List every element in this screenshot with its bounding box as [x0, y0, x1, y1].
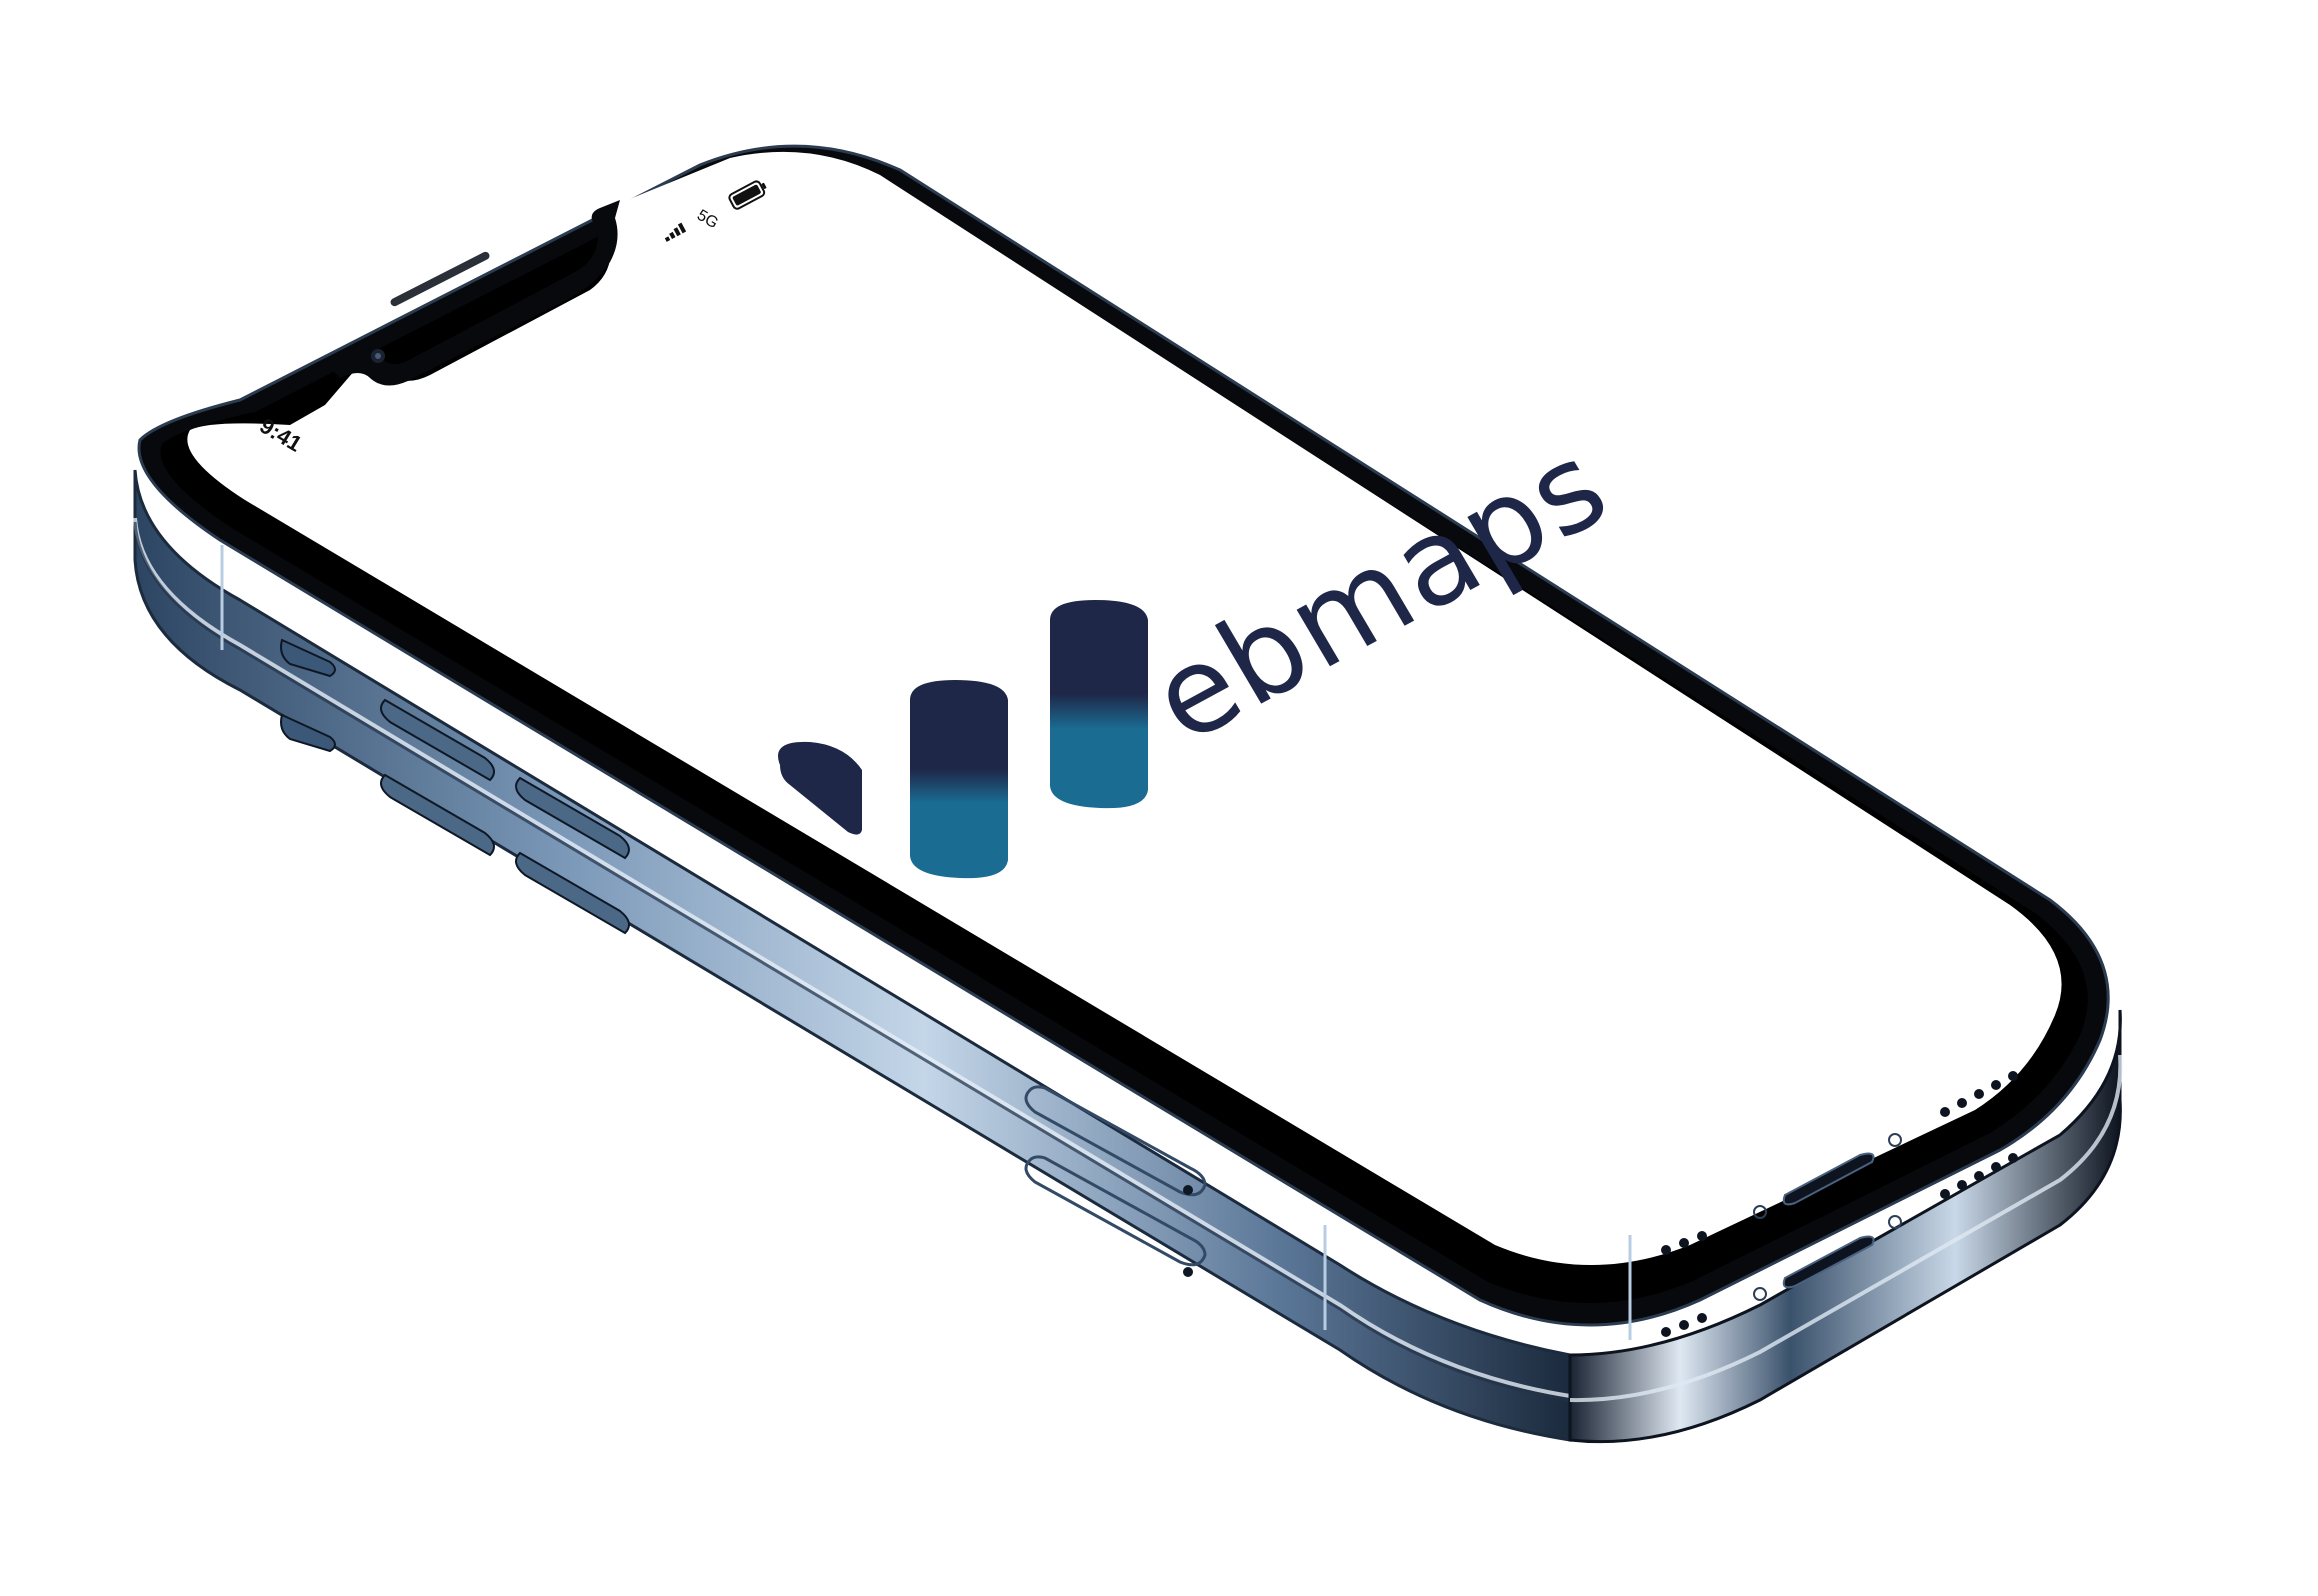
logo-mark-middle — [910, 680, 1008, 879]
mockup-scene: 9:41 5G ebmaps — [0, 0, 2318, 1596]
logo-mark-tall — [1050, 600, 1148, 809]
phone-mockup: 9:41 5G ebmaps — [133, 144, 2123, 1444]
